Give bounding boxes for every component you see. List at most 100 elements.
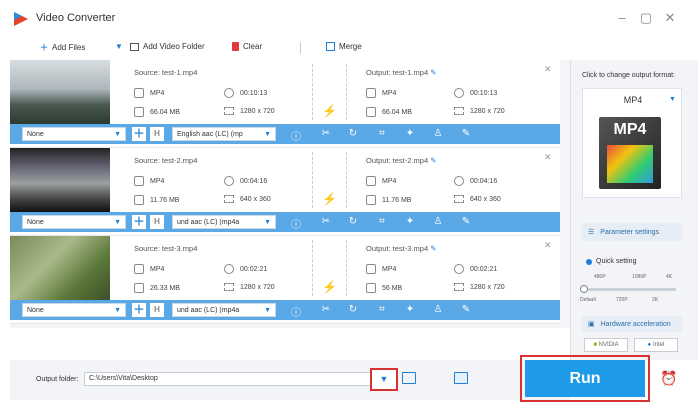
crop-icon[interactable]: ⌗ xyxy=(376,216,388,227)
parameter-settings-label: Parameter settings xyxy=(600,228,660,236)
output-resolution: 640 x 360 xyxy=(454,195,501,203)
format-dropdown-icon: ▼ xyxy=(669,96,676,103)
info-icon[interactable]: ⓘ xyxy=(290,128,302,143)
add-files-label: Add Files xyxy=(52,43,86,52)
audio-track-select[interactable]: und aac (LC) (mp4a ▼ xyxy=(172,303,276,317)
video-thumbnail xyxy=(10,236,110,300)
video-thumbnail xyxy=(10,60,110,124)
audio-track-select[interactable]: English aac (LC) (mp ▼ xyxy=(172,127,276,141)
open-folder-icon[interactable] xyxy=(402,372,416,384)
clock-icon xyxy=(454,176,464,186)
lightning-icon[interactable]: ⚡ xyxy=(322,192,337,206)
edit-pencil-icon[interactable]: ✎ xyxy=(430,68,436,77)
close-button[interactable]: ✕ xyxy=(660,8,680,28)
format-icon xyxy=(134,176,144,186)
run-button[interactable]: Run xyxy=(525,360,645,397)
resolution-icon xyxy=(224,195,234,203)
source-duration: 00:10:13 xyxy=(224,88,267,98)
info-icon[interactable]: ⓘ xyxy=(290,304,302,319)
output-folder-dropdown[interactable]: ▼ xyxy=(370,368,398,391)
intel-toggle[interactable]: ● Intel xyxy=(634,338,678,352)
edit-pencil-icon[interactable]: ✎ xyxy=(430,156,436,165)
subtitle-select[interactable]: None ▼ xyxy=(22,303,126,317)
rotate-icon[interactable]: ↻ xyxy=(347,128,359,139)
remove-item-icon[interactable]: ✕ xyxy=(544,152,552,163)
cut-icon[interactable]: ✂ xyxy=(320,128,332,139)
output-filename[interactable]: Output: test-1.mp4 ✎ xyxy=(366,68,437,77)
rotate-icon[interactable]: ↻ xyxy=(347,304,359,315)
nvidia-toggle[interactable]: ■ NVIDIA xyxy=(584,338,628,352)
format-icon xyxy=(366,264,376,274)
plus-icon: ＋ xyxy=(40,43,48,52)
toolbar-divider xyxy=(300,42,301,54)
parameter-settings-button[interactable]: ☰ Parameter settings xyxy=(582,223,682,241)
subtitle-select[interactable]: None ▼ xyxy=(22,215,126,229)
source-resolution: 640 x 360 xyxy=(224,195,271,203)
add-video-folder-button[interactable]: Add Video Folder xyxy=(130,42,205,51)
subtitle-edit-icon[interactable]: ✎ xyxy=(460,304,472,315)
output-format-selector[interactable]: MP4 ▼ MP4 xyxy=(582,88,682,198)
crop-icon[interactable]: ⌗ xyxy=(376,128,388,139)
source-resolution: 1280 x 720 xyxy=(224,107,275,115)
hd-icon[interactable]: H xyxy=(150,127,164,141)
minimize-button[interactable]: – xyxy=(612,8,632,28)
quality-slider-thumb[interactable] xyxy=(580,285,588,293)
add-files-button[interactable]: ＋ Add Files xyxy=(40,42,85,53)
crop-icon[interactable]: ⌗ xyxy=(376,304,388,315)
folder-icon xyxy=(134,283,144,293)
output-filename[interactable]: Output: test-3.mp4 ✎ xyxy=(366,244,437,253)
source-size: 11.76 MB xyxy=(134,195,179,205)
add-subtitle-button[interactable]: ＋ xyxy=(132,303,146,317)
toolbar xyxy=(10,36,570,60)
hd-icon[interactable]: H xyxy=(150,303,164,317)
merge-label: Merge xyxy=(339,42,362,51)
source-resolution: 1280 x 720 xyxy=(224,283,275,291)
output-resolution: 1280 x 720 xyxy=(454,107,505,115)
cut-icon[interactable]: ✂ xyxy=(320,304,332,315)
output-folder-browse-icon[interactable] xyxy=(454,372,468,384)
clear-button[interactable]: Clear xyxy=(232,42,262,51)
hd-icon[interactable]: H xyxy=(150,215,164,229)
output-folder-input[interactable]: C:\Users\Vita\Desktop xyxy=(84,372,374,386)
subtitle-edit-icon[interactable]: ✎ xyxy=(460,216,472,227)
effects-wand-icon[interactable]: ✦ xyxy=(404,128,416,139)
add-files-dropdown[interactable]: ▼ xyxy=(115,42,123,51)
remove-item-icon[interactable]: ✕ xyxy=(544,240,552,251)
alarm-clock-icon[interactable]: ⏰ xyxy=(660,370,677,387)
watermark-icon[interactable]: ♙ xyxy=(432,128,444,139)
subtitle-select[interactable]: None ▼ xyxy=(22,127,126,141)
audio-track-select[interactable]: und aac (LC) (mp4a ▼ xyxy=(172,215,276,229)
effects-wand-icon[interactable]: ✦ xyxy=(404,216,416,227)
effects-wand-icon[interactable]: ✦ xyxy=(404,304,416,315)
watermark-icon[interactable]: ♙ xyxy=(432,216,444,227)
watermark-icon[interactable]: ♙ xyxy=(432,304,444,315)
output-filename[interactable]: Output: test-2.mp4 ✎ xyxy=(366,156,437,165)
edit-pencil-icon[interactable]: ✎ xyxy=(430,244,436,253)
quick-setting-label: Quick setting xyxy=(596,258,637,265)
remove-item-icon[interactable]: ✕ xyxy=(544,64,552,75)
source-filename: Source: test-1.mp4 xyxy=(134,68,198,77)
resolution-icon xyxy=(224,107,234,115)
lightning-icon[interactable]: ⚡ xyxy=(322,104,337,118)
merge-button[interactable]: Merge xyxy=(326,42,362,51)
folder-icon xyxy=(366,195,376,205)
merge-icon xyxy=(326,42,335,51)
rotate-icon[interactable]: ↻ xyxy=(347,216,359,227)
add-video-folder-label: Add Video Folder xyxy=(143,42,205,51)
source-duration: 00:02:21 xyxy=(224,264,267,274)
clock-icon xyxy=(224,264,234,274)
hardware-acceleration-label: Hardware acceleration xyxy=(600,320,671,328)
clock-icon xyxy=(454,264,464,274)
restore-button[interactable]: ▢ xyxy=(636,8,656,28)
hardware-acceleration: ▣ Hardware acceleration xyxy=(582,316,682,332)
add-subtitle-button[interactable]: ＋ xyxy=(132,215,146,229)
source-size: 26.33 MB xyxy=(134,283,180,293)
format-icon xyxy=(366,88,376,98)
lightning-icon[interactable]: ⚡ xyxy=(322,280,337,294)
quality-slider-track[interactable] xyxy=(584,288,676,291)
cut-icon[interactable]: ✂ xyxy=(320,216,332,227)
info-icon[interactable]: ⓘ xyxy=(290,216,302,231)
subtitle-edit-icon[interactable]: ✎ xyxy=(460,128,472,139)
add-subtitle-button[interactable]: ＋ xyxy=(132,127,146,141)
quick-setting-icon xyxy=(586,258,592,265)
